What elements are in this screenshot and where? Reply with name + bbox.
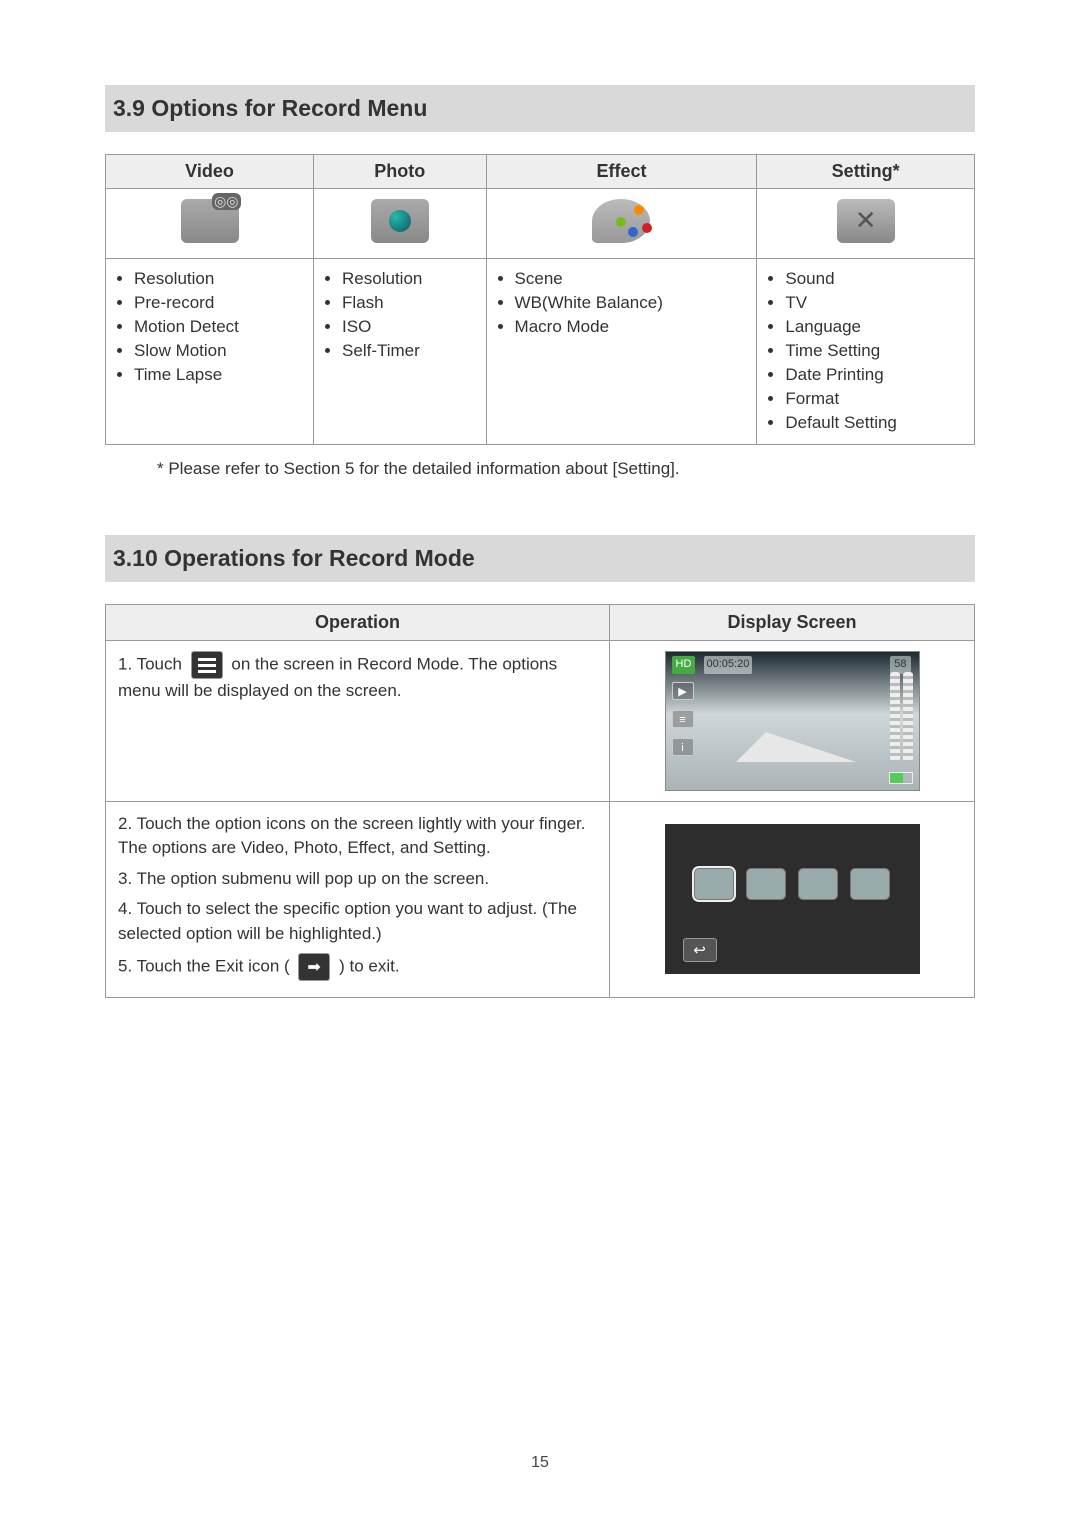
hd-badge: HD	[672, 656, 696, 674]
table-row: 2. Touch the option icons on the screen …	[106, 801, 975, 997]
column-header-display: Display Screen	[610, 604, 975, 640]
table-icons-row	[106, 189, 975, 259]
photo-icon	[371, 199, 429, 243]
column-header-photo: Photo	[314, 155, 487, 189]
photo-options-cell: Resolution Flash ISO Self-Timer	[314, 259, 487, 445]
list-item: Resolution	[134, 268, 303, 291]
time-counter: 00:05:20	[704, 656, 753, 674]
step4-text: 4. Touch to select the specific option y…	[118, 897, 597, 946]
list-item: Macro Mode	[515, 316, 747, 339]
list-item: Self-Timer	[342, 340, 476, 363]
menu-photo-icon	[746, 868, 786, 900]
options-menu-preview: ↩	[665, 824, 920, 974]
list-item: Scene	[515, 268, 747, 291]
record-mode-preview: HD 00:05:20 58 ▶ ≡ i	[665, 651, 920, 791]
exit-button-preview: ↩	[683, 938, 717, 962]
left-overlay-icons: ▶ ≡ i	[672, 682, 694, 756]
table-options-row: Resolution Pre-record Motion Detect Slow…	[106, 259, 975, 445]
section-heading-3-10: 3.10 Operations for Record Mode	[105, 535, 975, 582]
list-item: Motion Detect	[134, 316, 303, 339]
operations-table: Operation Display Screen 1. Touch on the…	[105, 604, 975, 998]
list-item: Time Lapse	[134, 364, 303, 387]
list-item: Pre-record	[134, 292, 303, 315]
page-content: 3.9 Options for Record Menu Video Photo …	[0, 0, 1080, 998]
zoom-bars	[890, 672, 913, 762]
column-header-setting: Setting*	[757, 155, 975, 189]
step5-text-before: 5. Touch the Exit icon (	[118, 956, 294, 975]
step2-text: 2. Touch the option icons on the screen …	[118, 812, 597, 861]
list-item: Slow Motion	[134, 340, 303, 363]
step5-text-after: ) to exit.	[339, 956, 399, 975]
steps-2-5-cell: 2. Touch the option icons on the screen …	[106, 801, 610, 997]
effect-icon	[592, 199, 650, 243]
play-overlay-icon: ▶	[672, 682, 694, 700]
video-icon	[181, 199, 239, 243]
table-header-row: Video Photo Effect Setting*	[106, 155, 975, 189]
list-item: Resolution	[342, 268, 476, 291]
step3-text: 3. The option submenu will pop up on the…	[118, 867, 597, 892]
effect-options-cell: Scene WB(White Balance) Macro Mode	[486, 259, 757, 445]
list-item: Flash	[342, 292, 476, 315]
list-item: Language	[785, 316, 964, 339]
menu-effect-icon	[798, 868, 838, 900]
setting-icon	[837, 199, 895, 243]
list-item: ISO	[342, 316, 476, 339]
battery-icon	[889, 772, 913, 784]
video-options-cell: Resolution Pre-record Motion Detect Slow…	[106, 259, 314, 445]
list-item: Default Setting	[785, 412, 964, 435]
section-heading-3-9: 3.9 Options for Record Menu	[105, 85, 975, 132]
display-screen-2: ↩	[610, 801, 975, 997]
menu-overlay-icon: ≡	[672, 710, 694, 728]
column-header-video: Video	[106, 155, 314, 189]
column-header-operation: Operation	[106, 604, 610, 640]
menu-setting-icon	[850, 868, 890, 900]
page-number: 15	[0, 1454, 1080, 1472]
setting-options-cell: Sound TV Language Time Setting Date Prin…	[757, 259, 975, 445]
table-header-row: Operation Display Screen	[106, 604, 975, 640]
menu-video-icon	[694, 868, 734, 900]
options-table: Video Photo Effect Setting* Resolution P…	[105, 154, 975, 445]
step1-cell: 1. Touch on the screen in Record Mode. T…	[106, 640, 610, 801]
info-overlay-icon: i	[672, 738, 694, 756]
footnote-text: * Please refer to Section 5 for the deta…	[157, 459, 975, 479]
list-item: WB(White Balance)	[515, 292, 747, 315]
table-row: 1. Touch on the screen in Record Mode. T…	[106, 640, 975, 801]
list-item: Sound	[785, 268, 964, 291]
list-item: TV	[785, 292, 964, 315]
step1-text-before: 1. Touch	[118, 654, 187, 673]
list-item: Format	[785, 388, 964, 411]
list-item: Date Printing	[785, 364, 964, 387]
list-item: Time Setting	[785, 340, 964, 363]
menu-icon	[191, 651, 223, 679]
display-screen-1: HD 00:05:20 58 ▶ ≡ i	[610, 640, 975, 801]
column-header-effect: Effect	[486, 155, 757, 189]
exit-icon	[298, 953, 330, 981]
